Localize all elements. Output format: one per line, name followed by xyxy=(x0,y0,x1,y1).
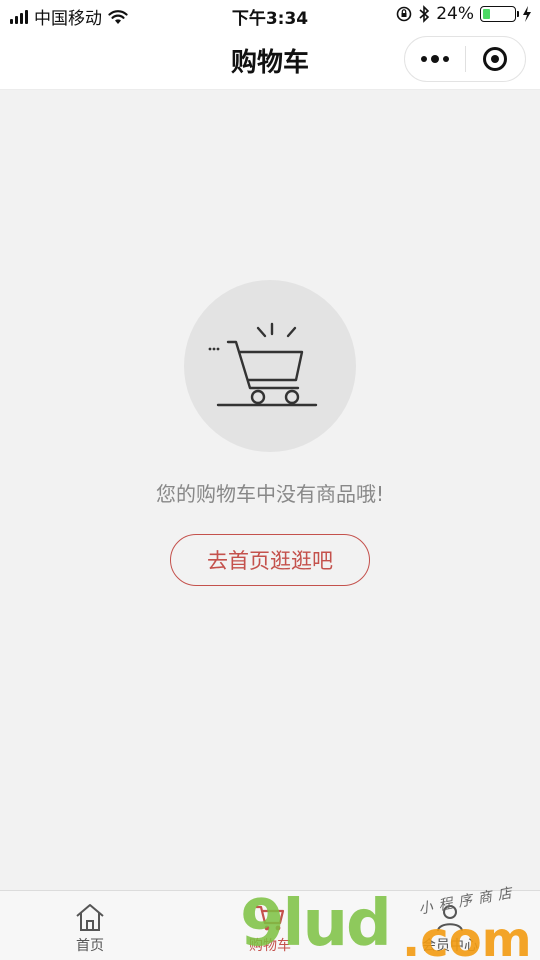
tab-member-center-label: 会员中心 xyxy=(422,938,478,954)
tab-bar: 首页 购物车 会员中心 xyxy=(0,890,540,960)
tab-home-label: 首页 xyxy=(76,938,104,954)
wifi-icon xyxy=(108,9,128,24)
battery-percent: 24% xyxy=(436,4,474,24)
user-icon xyxy=(437,905,463,932)
more-dots-icon xyxy=(420,55,449,63)
tab-member-center[interactable]: 会员中心 xyxy=(360,891,540,960)
mini-program-capsule xyxy=(404,36,526,82)
more-button[interactable] xyxy=(405,37,465,81)
status-bar: 中国移动 下午3:34 24% xyxy=(0,0,540,30)
status-bar-left: 中国移动 xyxy=(10,4,128,29)
empty-cart-message: 您的购物车中没有商品哦! xyxy=(155,482,385,506)
status-bar-right: 24% xyxy=(396,4,532,24)
close-mini-program-button[interactable] xyxy=(466,37,526,81)
bluetooth-icon xyxy=(419,5,430,23)
shopping-cart-icon xyxy=(208,322,318,407)
target-circle-icon xyxy=(483,47,508,71)
empty-cart-illustration xyxy=(184,280,356,452)
go-home-button[interactable]: 去首页逛逛吧 xyxy=(170,534,370,586)
nav-bar: 购物车 xyxy=(0,30,540,90)
carrier-label: 中国移动 xyxy=(34,9,102,29)
battery-icon xyxy=(480,6,519,22)
cart-icon xyxy=(256,905,285,931)
signal-icon xyxy=(10,9,28,24)
tab-cart-label: 购物车 xyxy=(249,938,291,954)
charging-icon xyxy=(523,6,531,22)
orientation-lock-icon xyxy=(396,6,412,22)
tab-cart[interactable]: 购物车 xyxy=(180,891,360,960)
battery-level xyxy=(483,9,491,19)
tab-home[interactable]: 首页 xyxy=(0,891,180,960)
home-icon xyxy=(76,904,104,931)
